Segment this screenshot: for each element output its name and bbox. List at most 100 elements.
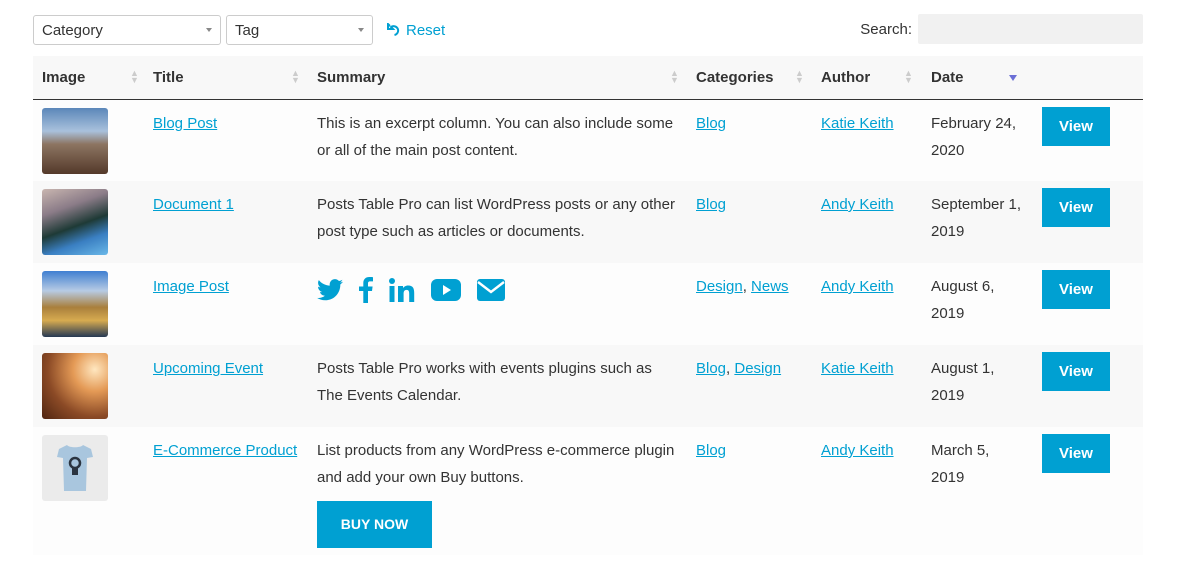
tag-select-label: Tag: [235, 21, 260, 39]
sort-icon: ▲ ▼: [904, 68, 913, 85]
column-header-date[interactable]: Date ▲ ▼: [904, 56, 1033, 99]
summary-cell: Posts Table Pro works with events plugin…: [317, 360, 652, 404]
categories-cell: Blog: [687, 427, 812, 555]
youtube-icon[interactable]: [431, 279, 461, 301]
date-cell: August 1, 2019: [931, 360, 995, 404]
view-button[interactable]: View: [1042, 434, 1110, 473]
post-title-link[interactable]: Document 1: [153, 196, 234, 213]
view-button[interactable]: View: [1042, 106, 1110, 146]
category-link[interactable]: News: [751, 278, 789, 295]
title-cell: Document 1: [144, 181, 308, 263]
road-thumbnail[interactable]: [42, 189, 108, 255]
author-cell: Katie Keith: [812, 99, 922, 181]
column-header-categories[interactable]: Categories ▲ ▼: [670, 56, 812, 99]
category-link[interactable]: Blog: [696, 196, 726, 213]
action-cell: View: [1033, 263, 1143, 345]
author-cell: Andy Keith: [812, 427, 922, 555]
column-header-title[interactable]: Title ▲ ▼: [130, 56, 308, 99]
title-cell: E-Commerce Product: [144, 427, 308, 555]
social-icons: [317, 273, 678, 303]
author-cell: Katie Keith: [812, 345, 922, 427]
summary-cell: This is an excerpt column. You can also …: [317, 114, 674, 159]
date-cell: September 1, 2019: [931, 196, 1022, 240]
column-header-label: Categories: [696, 68, 774, 86]
action-cell: View: [1033, 345, 1143, 427]
twitter-icon[interactable]: [317, 279, 343, 301]
summary-text: List products from any WordPress e-comme…: [317, 442, 675, 486]
author-cell: Andy Keith: [812, 263, 922, 345]
column-header-label: Author: [821, 68, 871, 86]
category-link[interactable]: Blog: [696, 360, 726, 377]
email-icon[interactable]: [477, 279, 505, 301]
sort-icon: ▲ ▼: [291, 68, 300, 85]
sort-icon: ▲ ▼: [795, 68, 804, 85]
tag-select[interactable]: Tag: [226, 15, 373, 45]
author-link[interactable]: Andy Keith: [821, 442, 894, 459]
category-link[interactable]: Blog: [696, 442, 726, 459]
table-row: E-Commerce Product List products from an…: [33, 427, 1143, 555]
categories-cell: Blog, Design: [687, 345, 812, 427]
category-link[interactable]: Design: [696, 278, 743, 295]
author-link[interactable]: Katie Keith: [821, 360, 894, 377]
title-cell: Blog Post: [144, 99, 308, 181]
table-row: Image Post Design, News Andy Keith Augus…: [33, 263, 1143, 345]
category-link[interactable]: Design: [734, 360, 781, 377]
view-button[interactable]: View: [1042, 270, 1110, 309]
search-area: Search:: [860, 14, 1143, 44]
action-cell: View: [1033, 99, 1143, 181]
search-input[interactable]: [918, 14, 1143, 44]
summary-cell: List products from any WordPress e-comme…: [308, 427, 687, 555]
image-cell: [33, 263, 144, 345]
post-title-link[interactable]: Upcoming Event: [153, 360, 263, 377]
date-cell: March 5, 2019: [931, 442, 990, 486]
post-title-link[interactable]: E-Commerce Product: [153, 442, 297, 459]
table-row: Blog Post This is an excerpt column. You…: [33, 99, 1143, 181]
date-cell: February 24, 2020: [931, 114, 1017, 159]
buy-now-button[interactable]: BUY NOW: [317, 501, 432, 548]
table-row: Document 1 Posts Table Pro can list Word…: [33, 181, 1143, 263]
pier-thumbnail[interactable]: [42, 107, 108, 174]
table-row: Upcoming Event Posts Table Pro works wit…: [33, 345, 1143, 427]
post-title-link[interactable]: Image Post: [153, 278, 229, 295]
author-link[interactable]: Andy Keith: [821, 278, 894, 295]
post-title-link[interactable]: Blog Post: [153, 115, 217, 132]
undo-icon: [387, 23, 400, 36]
column-header-label: Summary: [317, 68, 386, 86]
date-cell: August 6, 2019: [931, 278, 995, 322]
chevron-down-icon: [206, 28, 212, 32]
image-cell: [33, 181, 144, 263]
linkedin-icon[interactable]: [389, 278, 415, 302]
column-header-actions: [1033, 56, 1143, 99]
posts-table: Image Title ▲ ▼ Summary ▲ ▼ Categories ▲ ▼ Aut…: [33, 56, 1143, 555]
title-cell: Upcoming Event: [144, 345, 308, 427]
facebook-icon[interactable]: [359, 277, 373, 303]
author-link[interactable]: Andy Keith: [821, 196, 894, 213]
sort-icon: ▲ ▼: [670, 68, 679, 85]
search-label: Search:: [860, 20, 912, 38]
view-button[interactable]: View: [1042, 352, 1110, 391]
sunset-thumbnail[interactable]: [42, 353, 108, 419]
tshirt-thumbnail[interactable]: [42, 435, 108, 501]
chevron-down-icon: [358, 28, 364, 32]
category-link[interactable]: Blog: [696, 115, 726, 132]
reset-button[interactable]: Reset: [387, 22, 445, 39]
table-header-row: Image Title ▲ ▼ Summary ▲ ▼ Categories ▲ ▼ Aut…: [33, 56, 1143, 99]
column-header-label: Image: [42, 68, 86, 86]
reset-label: Reset: [406, 21, 446, 39]
column-header-label: Date: [931, 68, 964, 86]
filters-bar: Category Tag Reset: [33, 15, 445, 45]
categories-cell: Blog: [687, 181, 812, 263]
categories-cell: Blog: [687, 99, 812, 181]
view-button[interactable]: View: [1042, 188, 1110, 227]
summary-cell: [308, 263, 687, 345]
column-header-label: Title: [153, 68, 184, 86]
image-cell: [33, 345, 144, 427]
image-cell: [33, 427, 144, 555]
column-header-summary[interactable]: Summary ▲ ▼: [291, 56, 687, 99]
field-thumbnail[interactable]: [42, 271, 108, 337]
title-cell: Image Post: [144, 263, 308, 345]
sort-descending-icon: [1009, 75, 1017, 81]
image-cell: [33, 99, 144, 181]
author-link[interactable]: Katie Keith: [821, 115, 894, 132]
category-select[interactable]: Category: [33, 15, 221, 45]
